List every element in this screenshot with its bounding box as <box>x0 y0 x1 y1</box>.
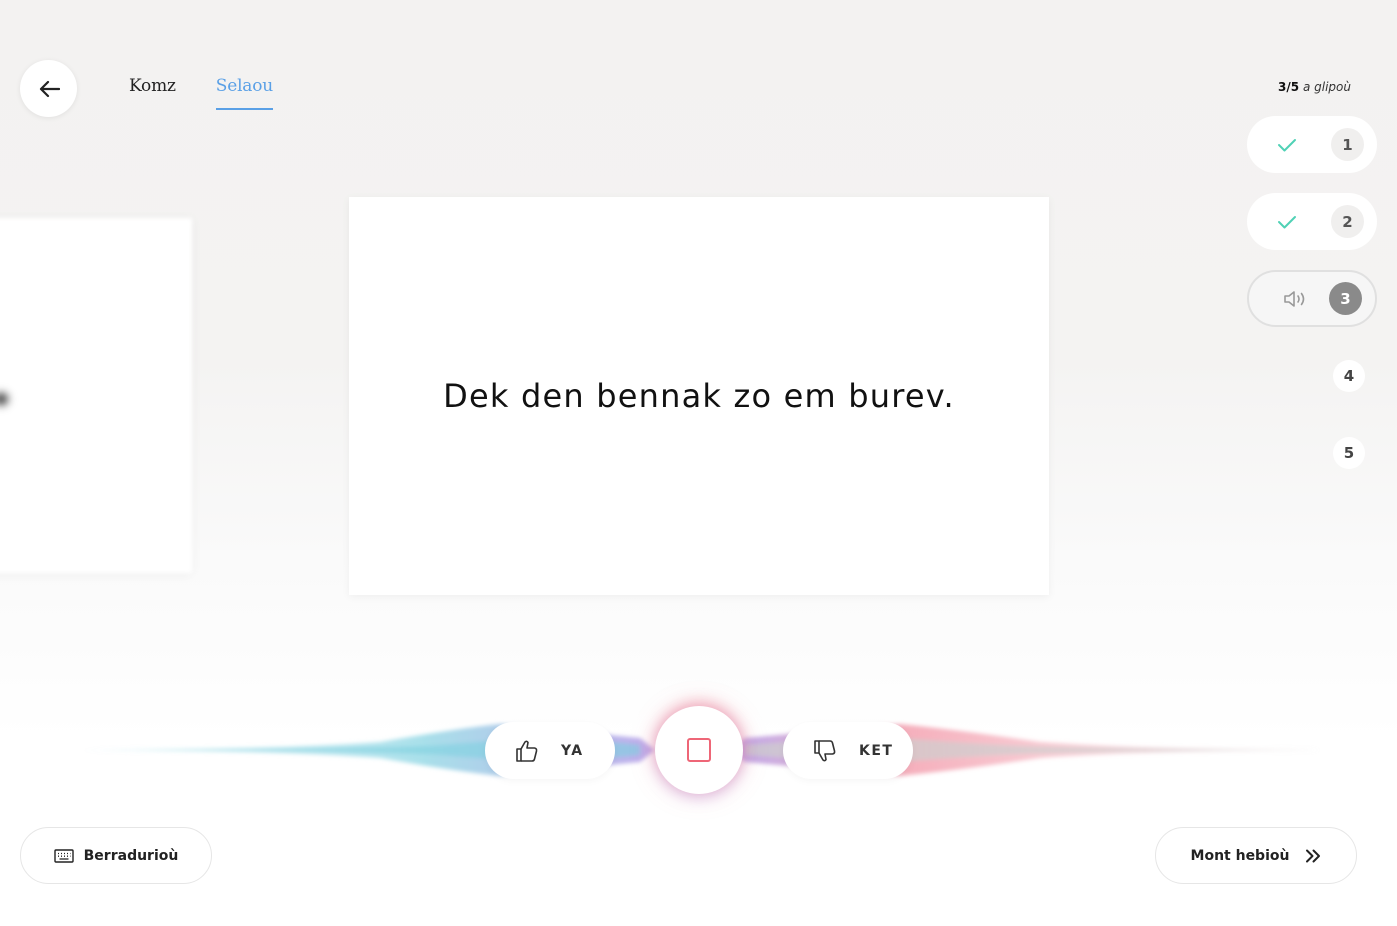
skip-label: Mont hebioù <box>1190 847 1290 864</box>
double-chevron-right-icon <box>1306 849 1321 862</box>
counter-value: 3/5 <box>1278 80 1300 94</box>
thumbs-up-icon <box>516 740 538 762</box>
counter-suffix: a glipoù <box>1302 80 1351 94</box>
yes-button[interactable]: YA <box>485 722 615 779</box>
clip-counter: 3/5 a glipoù <box>1278 80 1351 94</box>
mode-tabs: Komz Selaou <box>129 76 273 110</box>
step-number: 1 <box>1331 128 1364 161</box>
yes-label: YA <box>561 742 584 759</box>
shortcuts-button[interactable]: Berradurioù <box>20 827 212 884</box>
skip-button[interactable]: Mont hebioù <box>1155 827 1357 884</box>
record-stop-button[interactable] <box>655 706 743 794</box>
check-icon <box>1278 138 1296 151</box>
no-button[interactable]: KET <box>783 722 913 779</box>
clip-sentence: Dek den bennak zo em burev. <box>443 377 955 415</box>
tab-listen[interactable]: Selaou <box>215 76 273 110</box>
keyboard-icon <box>53 848 74 863</box>
step-2[interactable]: 2 <box>1247 193 1377 250</box>
previous-clip-card <box>0 218 192 573</box>
no-label: KET <box>859 742 894 759</box>
blurred-text <box>0 393 8 405</box>
clip-card: Dek den bennak zo em burev. <box>349 197 1049 595</box>
step-3[interactable]: 3 <box>1247 270 1377 327</box>
speaker-icon[interactable] <box>1283 289 1309 309</box>
shortcuts-label: Berradurioù <box>83 847 179 864</box>
arrow-left-icon <box>39 80 60 97</box>
step-5[interactable]: 5 <box>1333 437 1365 469</box>
step-number: 2 <box>1331 205 1364 238</box>
step-1[interactable]: 1 <box>1247 116 1377 173</box>
tab-speak[interactable]: Komz <box>129 76 176 110</box>
step-4[interactable]: 4 <box>1333 360 1365 392</box>
check-icon <box>1278 215 1296 228</box>
back-button[interactable] <box>20 60 77 117</box>
thumbs-down-icon <box>814 739 836 761</box>
stop-square-icon <box>687 738 711 762</box>
step-number: 3 <box>1329 282 1362 315</box>
